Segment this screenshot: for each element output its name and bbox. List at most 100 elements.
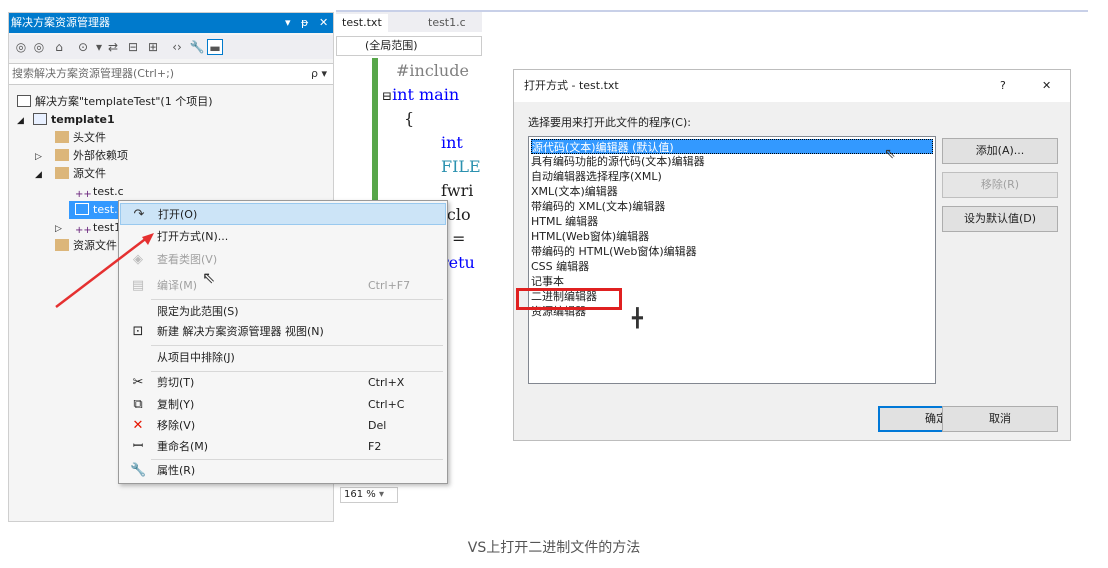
- menu-item-open[interactable]: ↷ 打开(O): [120, 203, 446, 225]
- menu-item-label: 从项目中排除(J): [157, 351, 235, 364]
- menu-shortcut: Del: [368, 419, 387, 432]
- folder-icon: [55, 149, 69, 161]
- menu-item-cut[interactable]: ✂ 剪切(T) Ctrl+X: [120, 372, 446, 394]
- tab-test-txt[interactable]: test.txt: [336, 14, 388, 32]
- search-placeholder: 搜索解决方案资源管理器(Ctrl+;): [12, 67, 175, 80]
- red-annotation-arrow: [55, 233, 154, 308]
- code-line-include: #include: [396, 60, 469, 82]
- tree-item-label: 头文件: [73, 131, 106, 144]
- remove-button[interactable]: 移除(R): [942, 172, 1058, 198]
- list-item[interactable]: CSS 编辑器: [531, 259, 933, 274]
- code-line-int: int: [441, 133, 463, 152]
- menu-item-label: 打开(O): [158, 208, 198, 221]
- code-line-main: ⊟int main: [382, 84, 459, 107]
- forward-icon[interactable]: ◎: [31, 39, 47, 55]
- menu-item-label: 剪切(T): [157, 376, 195, 389]
- search-icon[interactable]: ρ ▾: [311, 64, 327, 84]
- tree-item-external-deps[interactable]: ▷ 外部依赖项: [35, 147, 128, 165]
- copy-icon: ⧉: [133, 397, 143, 412]
- solution-explorer-toolbar: ◎ ◎ ⌂ ⊙ ▾ ⇄ ⊟ ⊞ ‹› 🔧 ▬: [9, 35, 333, 59]
- tree-item-project[interactable]: ◢ template1: [17, 111, 115, 129]
- cancel-button[interactable]: 取消: [942, 406, 1058, 432]
- properties-wrench-icon[interactable]: 🔧: [189, 39, 205, 55]
- pending-changes-icon[interactable]: ⊙: [75, 39, 91, 55]
- tree-item-test-c[interactable]: ++test.c: [75, 183, 124, 201]
- list-item[interactable]: 带编码的 XML(文本)编辑器: [531, 199, 933, 214]
- open-with-dialog: 打开方式 - test.txt ? ✕ 选择要用来打开此文件的程序(C): 源代…: [513, 69, 1071, 441]
- text-file-icon: [75, 203, 89, 215]
- list-item[interactable]: 带编码的 HTML(Web窗体)编辑器: [531, 244, 933, 259]
- solution-icon: [17, 95, 31, 107]
- menu-item-exclude[interactable]: 从项目中排除(J): [120, 347, 446, 369]
- folder-icon: [55, 131, 69, 143]
- menu-item-remove[interactable]: ✕ 移除(V) Del: [120, 415, 446, 437]
- add-button[interactable]: 添加(A)...: [942, 138, 1058, 164]
- list-item[interactable]: HTML 编辑器: [531, 214, 933, 229]
- view-code-icon[interactable]: ‹›: [169, 39, 185, 55]
- tree-item-label: template1: [51, 113, 115, 126]
- menu-item-scope-to-this[interactable]: 限定为此范围(S): [120, 301, 446, 323]
- back-icon[interactable]: ◎: [13, 39, 29, 55]
- home-icon[interactable]: ⌂: [51, 39, 67, 55]
- list-item[interactable]: 自动编辑器选择程序(XML): [531, 169, 933, 184]
- close-panel-button[interactable]: ✕: [319, 13, 328, 33]
- remove-x-icon: ✕: [132, 418, 144, 433]
- menu-item-label: 重命名(M): [157, 440, 209, 453]
- menu-item-label: 属性(R): [157, 464, 196, 477]
- menu-item-rename[interactable]: ꟷ 重命名(M) F2: [120, 436, 446, 458]
- red-highlight-box: [516, 288, 622, 310]
- menu-item-open-with[interactable]: 打开方式(N)...: [120, 226, 446, 248]
- zoom-level-dropdown[interactable]: 161 % ▾: [340, 487, 398, 503]
- collapse-all-icon[interactable]: ⊟: [125, 39, 141, 55]
- folder-icon: [55, 167, 69, 179]
- menu-item-label: 打开方式(N)...: [157, 230, 229, 243]
- menu-item-label: 移除(V): [157, 419, 196, 432]
- program-listbox[interactable]: 源代码(文本)编辑器 (默认值) 具有编码功能的源代码(文本)编辑器 自动编辑器…: [528, 136, 936, 384]
- pin-button[interactable]: ᵽ: [301, 13, 308, 33]
- tab-test1-c[interactable]: test1.c: [422, 14, 472, 32]
- list-item[interactable]: XML(文本)编辑器: [531, 184, 933, 199]
- menu-item-compile[interactable]: ▤ 编译(M) Ctrl+F7: [120, 275, 446, 297]
- dialog-title: 打开方式 - test.txt: [524, 79, 619, 92]
- figure-caption: VS上打开二进制文件的方法: [467, 540, 641, 556]
- code-line-brace: {: [404, 109, 415, 128]
- close-dialog-button[interactable]: ✕: [1042, 70, 1051, 102]
- list-item[interactable]: 源代码(文本)编辑器 (默认值): [531, 139, 933, 154]
- menu-shortcut: Ctrl+C: [368, 398, 405, 411]
- solution-explorer-search-input[interactable]: 搜索解决方案资源管理器(Ctrl+;) ρ ▾: [9, 63, 333, 85]
- new-view-icon: ⊡: [132, 324, 144, 339]
- menu-item-label: 复制(Y): [157, 398, 195, 411]
- panel-menu-button[interactable]: ▾: [285, 13, 291, 33]
- list-item[interactable]: 具有编码功能的源代码(文本)编辑器: [531, 154, 933, 169]
- tree-item-solution[interactable]: 解决方案"templateTest"(1 个项目): [17, 93, 213, 111]
- tree-item-label: 源文件: [73, 167, 106, 180]
- menu-shortcut: F2: [368, 440, 382, 453]
- expand-arrow-icon[interactable]: ◢: [35, 166, 55, 184]
- scope-dropdown[interactable]: (全局范围): [336, 36, 482, 56]
- menu-item-properties[interactable]: 🔧 属性(R): [120, 460, 446, 482]
- menu-separator: [151, 299, 443, 300]
- expand-arrow-icon[interactable]: ◢: [17, 112, 33, 130]
- tree-item-source-files[interactable]: ◢ 源文件: [35, 165, 106, 183]
- change-margin-bar: [372, 58, 378, 208]
- scissors-icon: ✂: [132, 375, 144, 390]
- wrench-icon: 🔧: [130, 463, 147, 478]
- list-item[interactable]: 记事本: [531, 274, 933, 289]
- preview-selected-icon[interactable]: ▬: [207, 39, 223, 55]
- menu-item-view-class-diagram[interactable]: ◈ 查看类图(V): [120, 249, 446, 271]
- collapse-icon[interactable]: ⊟: [382, 89, 392, 103]
- help-button[interactable]: ?: [1000, 70, 1006, 102]
- expand-arrow-icon[interactable]: ▷: [35, 148, 55, 166]
- sync-icon[interactable]: ⇄: [105, 39, 121, 55]
- tree-item-header-files[interactable]: 头文件: [55, 129, 106, 147]
- menu-shortcut: Ctrl+X: [368, 376, 405, 389]
- set-default-button[interactable]: 设为默认值(D): [942, 206, 1058, 232]
- code-line-file: FILE: [441, 157, 481, 176]
- menu-item-copy[interactable]: ⧉ 复制(Y) Ctrl+C: [120, 394, 446, 416]
- code-text: int main: [392, 85, 460, 104]
- tree-item-label: test.c: [93, 185, 124, 198]
- menu-item-new-view[interactable]: ⊡ 新建 解决方案资源管理器 视图(N): [120, 321, 446, 343]
- menu-item-label: 限定为此范围(S): [157, 305, 239, 318]
- show-all-files-icon[interactable]: ⊞: [145, 39, 161, 55]
- list-item[interactable]: HTML(Web窗体)编辑器: [531, 229, 933, 244]
